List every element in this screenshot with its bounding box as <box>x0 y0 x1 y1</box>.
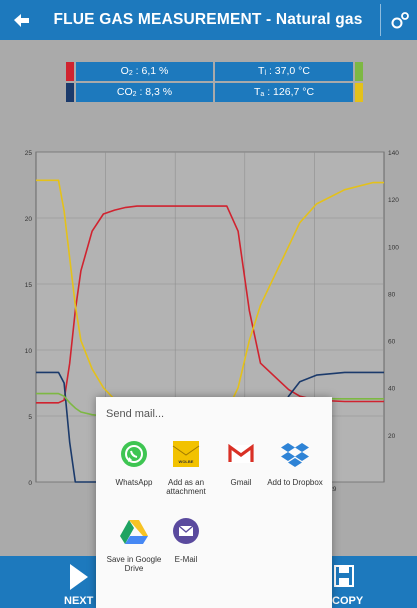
o2-color-marker <box>66 62 74 81</box>
y-left-tick-label: 0 <box>28 480 32 487</box>
y-left-tick-label: 20 <box>25 216 33 223</box>
share-sheet-title: Send mail... <box>106 408 165 420</box>
y-left-tick-label: 10 <box>25 348 33 355</box>
share-app-email[interactable]: E-Mail <box>158 517 214 597</box>
settings-icon[interactable] <box>385 4 415 36</box>
t1-value-cell: Tl : 37,0 °C <box>215 62 353 81</box>
share-sheet: Send mail... WhatsApp WOLBE Add as an at… <box>96 397 332 608</box>
page-title: FLUE GAS MEASUREMENT - Natural gas <box>53 11 363 28</box>
copy-label: COPY <box>332 595 364 607</box>
gmail-icon <box>227 440 255 468</box>
y-left-tick-label: 15 <box>25 282 33 289</box>
y-right-tick-label: 40 <box>388 386 396 393</box>
share-app-whatsapp[interactable]: WhatsApp <box>106 440 162 520</box>
whatsapp-icon <box>120 440 148 468</box>
y-right-tick-label: 60 <box>388 339 396 346</box>
measurement-panel: O2 : 6,1 % Tl : 37,0 °C CO2 : 8,3 % Ta :… <box>66 62 363 102</box>
y-right-tick-label: 100 <box>388 244 399 251</box>
dropbox-icon <box>281 440 309 468</box>
o2-value-cell: O2 : 6,1 % <box>76 62 213 81</box>
co2-value-cell: CO2 : 8,3 % <box>76 83 213 102</box>
divider <box>380 4 381 36</box>
ta-color-marker <box>355 83 363 102</box>
next-label: NEXT <box>64 595 94 607</box>
wolbe-icon: WOLBE <box>172 440 200 468</box>
email-icon <box>172 517 200 545</box>
y-right-tick-label: 80 <box>388 291 396 298</box>
co2-color-marker <box>66 83 74 102</box>
ta-value-cell: Ta : 126,7 °C <box>215 83 353 102</box>
share-app-dropbox[interactable]: Add to Dropbox <box>267 440 323 520</box>
y-left-tick-label: 25 <box>25 150 33 157</box>
share-app-label: Add as an attachment <box>166 478 206 496</box>
top-bar: FLUE GAS MEASUREMENT - Natural gas <box>0 0 417 40</box>
share-app-attachment[interactable]: WOLBE Add as an attachment <box>158 440 214 520</box>
share-app-label: Gmail <box>230 478 252 487</box>
share-app-gmail[interactable]: Gmail <box>213 440 269 520</box>
share-app-google-drive[interactable]: Save in Google Drive <box>106 517 162 597</box>
share-app-label: E-Mail <box>174 555 198 564</box>
y-right-tick-label: 140 <box>388 150 399 157</box>
y-right-tick-label: 120 <box>388 197 399 204</box>
wolbe-badge: WOLBE <box>179 459 194 464</box>
share-app-label: Save in Google Drive <box>106 555 162 573</box>
y-right-tick-label: 20 <box>388 433 396 440</box>
t1-color-marker <box>355 62 363 81</box>
share-app-label: WhatsApp <box>115 478 153 487</box>
y-left-tick-label: 5 <box>28 414 32 421</box>
google-drive-icon <box>120 517 148 545</box>
back-arrow-icon[interactable] <box>6 4 36 36</box>
share-app-label: Add to Dropbox <box>267 478 323 487</box>
